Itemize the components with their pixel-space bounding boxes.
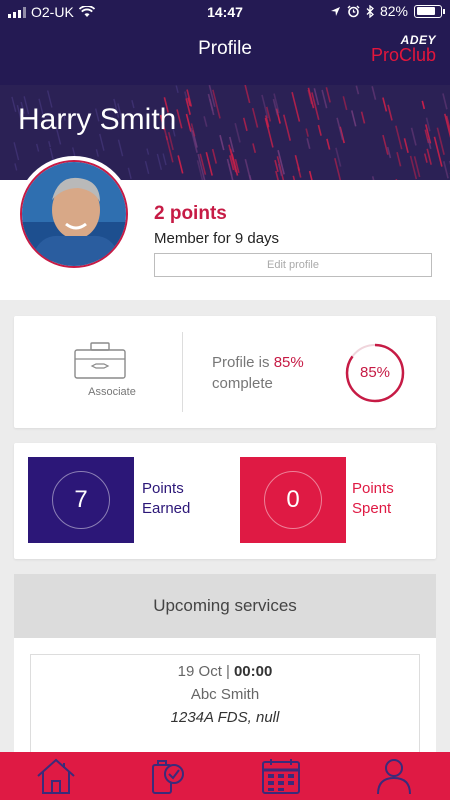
toolbox-icon	[74, 342, 126, 379]
points-card: 7 Points Earned 0 Points Spent	[14, 443, 436, 559]
points-spent-value: 0	[264, 471, 322, 529]
divider	[182, 332, 183, 412]
avatar[interactable]	[16, 156, 132, 272]
points-spent-label: Points Spent	[352, 479, 394, 519]
points-earned-label-1: Points	[142, 480, 184, 497]
points-total: 2 points	[154, 203, 227, 224]
points-spent-label-2: Spent	[352, 500, 392, 517]
membership-level: Associate	[88, 386, 136, 398]
battery-icon	[414, 4, 445, 18]
points-spent-label-1: Points	[352, 480, 394, 497]
points-earned-label-2: Earned	[142, 500, 191, 517]
profile-summary: 2 points Member for 9 days Edit profile	[0, 156, 450, 300]
calendar-icon	[262, 759, 300, 794]
status-right: 82%	[330, 3, 445, 19]
profile-status-card: Associate Profile is 85% complete 85%	[14, 316, 436, 428]
brand-logo: ADEY ProClub	[371, 34, 436, 64]
points-spent-tile[interactable]: 0	[240, 457, 346, 543]
bluetooth-icon	[366, 4, 374, 18]
points-earned-tile[interactable]: 7	[28, 457, 134, 543]
battery-percent: 82%	[379, 3, 408, 19]
app-header: O2-UK 14:47 82% Profile ADEY ProClub	[0, 0, 450, 85]
points-earned-label: Points Earned	[142, 479, 190, 519]
nav-home[interactable]	[0, 752, 112, 800]
profile-completion-text: Profile is 85% complete	[212, 352, 304, 394]
services-heading: Upcoming services	[14, 574, 436, 638]
service-date: 19 Oct	[177, 663, 222, 680]
points-earned-value: 7	[52, 471, 110, 529]
edit-profile-button[interactable]: Edit profile	[154, 253, 432, 277]
brand-logo-bottom: ProClub	[370, 45, 436, 65]
alarm-icon	[347, 5, 360, 17]
completion-percent: 85%	[273, 354, 304, 371]
upcoming-services: Upcoming services 19 Oct | 00:00 Abc Smit…	[14, 574, 436, 774]
bottom-nav	[0, 752, 450, 800]
service-customer: Abc Smith	[190, 686, 260, 703]
service-item[interactable]: 19 Oct | 00:00 Abc Smith 1234A FDS, null	[30, 654, 420, 764]
nav-jobs[interactable]	[112, 752, 224, 800]
status-bar: O2-UK 14:47 82%	[0, 0, 450, 24]
member-duration: Member for 9 days	[154, 230, 280, 247]
home-icon	[37, 758, 75, 794]
user-icon	[377, 759, 411, 795]
user-name: Harry Smith	[18, 103, 177, 136]
checklist-icon	[152, 760, 184, 794]
completion-ring-label: 85%	[359, 364, 391, 381]
service-datetime: 19 Oct | 00:00	[177, 663, 273, 680]
avatar-photo	[20, 160, 128, 268]
completion-prefix: Profile is	[212, 354, 274, 371]
completion-suffix: complete	[212, 375, 273, 392]
nav-profile[interactable]	[338, 752, 450, 800]
service-time: 00:00	[233, 663, 273, 680]
service-address: 1234A FDS, null	[170, 709, 280, 726]
location-icon	[330, 6, 340, 16]
nav-calendar[interactable]	[225, 752, 337, 800]
